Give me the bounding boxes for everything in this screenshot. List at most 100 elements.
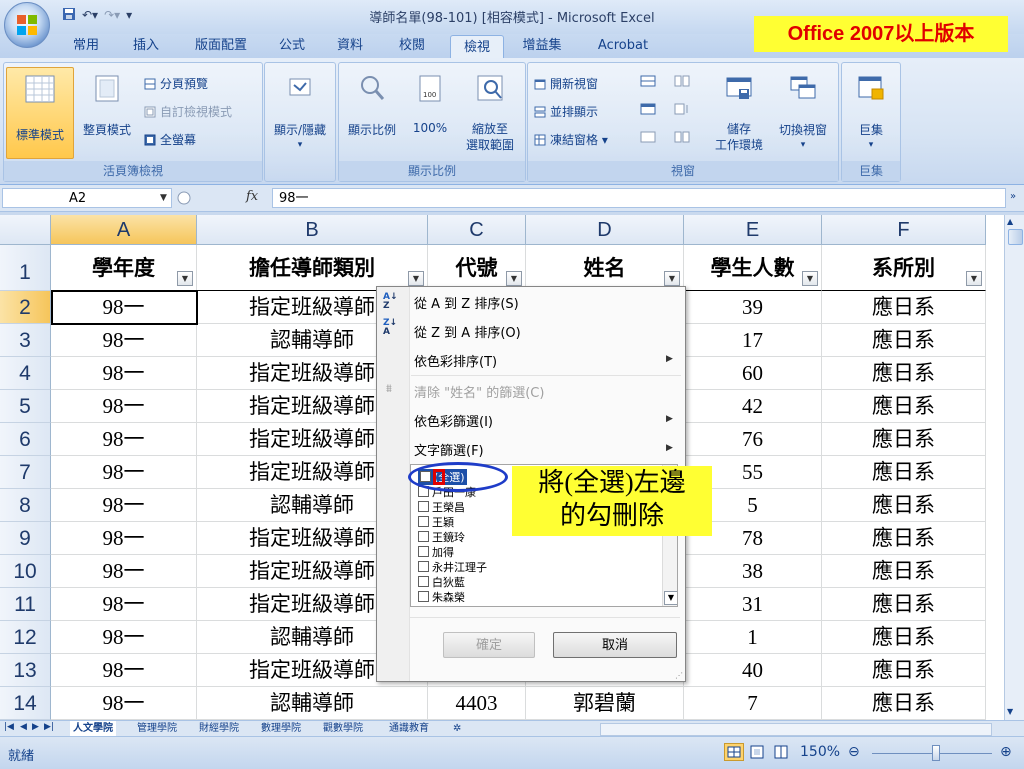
row-header[interactable]: 4 — [0, 357, 51, 390]
row-header[interactable]: 1 — [0, 245, 51, 291]
cell-f11[interactable]: 應日系 — [822, 588, 986, 621]
cell-a3[interactable]: 98一 — [51, 324, 197, 357]
cell-f3[interactable]: 應日系 — [822, 324, 986, 357]
row-header[interactable]: 9 — [0, 522, 51, 555]
header-cell[interactable]: 擔任導師類別 — [197, 245, 428, 291]
cell-a8[interactable]: 98一 — [51, 489, 197, 522]
show-hide-button[interactable]: 顯示/隱藏 ▾ — [267, 73, 333, 150]
full-screen-button[interactable]: 全螢幕 — [144, 131, 196, 148]
cell-e13[interactable]: 40 — [684, 654, 822, 687]
page-layout-view-button[interactable]: 整頁模式 — [76, 73, 138, 137]
column-header-d[interactable]: D — [526, 215, 684, 245]
cell-f7[interactable]: 應日系 — [822, 456, 986, 489]
switch-windows-button[interactable]: 切換視窗 ▾ — [772, 73, 834, 150]
custom-views-button[interactable]: 自訂檢視模式 — [144, 103, 232, 120]
fx-icon[interactable]: fx — [246, 189, 258, 204]
filter-value-item[interactable]: 朱森榮 — [418, 589, 465, 605]
row-header[interactable]: 8 — [0, 489, 51, 522]
column-header-c[interactable]: C — [428, 215, 526, 245]
row-header[interactable]: 12 — [0, 621, 51, 654]
sheet-tab-science[interactable]: 數理學院 — [258, 721, 304, 736]
cell-e14[interactable]: 7 — [684, 687, 822, 720]
select-all-corner[interactable] — [0, 215, 51, 245]
save-workspace-button[interactable]: 儲存 工作環境 — [704, 73, 774, 152]
scroll-down-icon[interactable]: ▼ — [1007, 707, 1013, 716]
sheet-tab-general-education[interactable]: 通識教育 — [386, 721, 432, 736]
row-header[interactable]: 14 — [0, 687, 51, 720]
insert-sheet-icon[interactable]: ✲ — [450, 721, 464, 736]
scroll-thumb[interactable] — [1008, 229, 1023, 245]
sheet-tab-management[interactable]: 管理學院 — [134, 721, 180, 736]
cell-a13[interactable]: 98一 — [51, 654, 197, 687]
cell-f2[interactable]: 應日系 — [822, 291, 986, 324]
next-sheet-icon[interactable]: ▶ — [32, 722, 39, 732]
filter-value-item[interactable]: 王穎 — [418, 514, 454, 530]
cell-b14[interactable]: 認輔導師 — [197, 687, 428, 720]
view-side-by-side-icon[interactable] — [674, 75, 690, 90]
arrange-all-button[interactable]: 並排顯示 — [534, 103, 598, 120]
filter-value-item[interactable]: 王榮昌 — [418, 499, 465, 515]
zoom-level[interactable]: 150% — [800, 744, 840, 760]
cell-f12[interactable]: 應日系 — [822, 621, 986, 654]
cell-a6[interactable]: 98一 — [51, 423, 197, 456]
split-icon[interactable] — [640, 75, 656, 90]
cell-c14[interactable]: 4403 — [428, 687, 526, 720]
cell-f8[interactable]: 應日系 — [822, 489, 986, 522]
ok-button[interactable]: 確定 — [443, 632, 535, 658]
row-header[interactable]: 10 — [0, 555, 51, 588]
cell-d14[interactable]: 郭碧蘭 — [526, 687, 684, 720]
unhide-window-icon[interactable] — [640, 131, 656, 146]
tab-data[interactable]: 資料 — [328, 34, 372, 58]
first-sheet-icon[interactable]: |◀ — [4, 722, 14, 732]
zoom-to-selection-button[interactable]: 縮放至 選取範圍 — [457, 73, 523, 152]
tab-view[interactable]: 檢視 — [450, 35, 504, 60]
tab-page-layout[interactable]: 版面配置 — [184, 34, 258, 58]
cell-e3[interactable]: 17 — [684, 324, 822, 357]
scroll-up-icon[interactable]: ▲ — [1007, 217, 1013, 226]
page-break-view-icon[interactable] — [772, 743, 790, 765]
tab-formulas[interactable]: 公式 — [270, 34, 314, 58]
header-cell[interactable]: 姓名 — [526, 245, 684, 291]
cell-f14[interactable]: 應日系 — [822, 687, 986, 720]
filter-dropdown-button[interactable]: ▼ — [408, 271, 424, 286]
formula-input[interactable]: 98一 — [272, 188, 1006, 208]
cell-a5[interactable]: 98一 — [51, 390, 197, 423]
normal-view-icon[interactable] — [724, 743, 744, 761]
sheet-tab-observation[interactable]: 觀數學院 — [320, 721, 366, 736]
cell-e10[interactable]: 38 — [684, 555, 822, 588]
resize-grip-icon[interactable]: ⋰ — [675, 671, 683, 680]
cell-e4[interactable]: 60 — [684, 357, 822, 390]
row-header[interactable]: 2 — [0, 291, 51, 324]
cell-a10[interactable]: 98一 — [51, 555, 197, 588]
cell-f10[interactable]: 應日系 — [822, 555, 986, 588]
sheet-tab-humanities[interactable]: 人文學院 — [70, 721, 116, 736]
page-break-preview-button[interactable]: 分頁預覽 — [144, 75, 208, 92]
cell-a14[interactable]: 98一 — [51, 687, 197, 720]
cell-a11[interactable]: 98一 — [51, 588, 197, 621]
scroll-down-icon[interactable]: ▼ — [664, 591, 677, 605]
filter-value-item[interactable]: 王鏡玲 — [418, 529, 465, 545]
cell-f6[interactable]: 應日系 — [822, 423, 986, 456]
column-header-e[interactable]: E — [684, 215, 822, 245]
text-filters-item[interactable]: 文字篩選(F) — [414, 440, 484, 459]
cell-a4[interactable]: 98一 — [51, 357, 197, 390]
macros-button[interactable]: 巨集 ▾ — [844, 73, 898, 150]
zoom-button[interactable]: 顯示比例 — [341, 73, 403, 137]
sort-z-to-a-item[interactable]: 從 Z 到 A 排序(O) — [414, 322, 521, 341]
tab-insert[interactable]: 插入 — [124, 34, 168, 58]
tab-acrobat[interactable]: Acrobat — [588, 34, 658, 58]
filter-value-item[interactable]: 永井江理子 — [418, 559, 487, 575]
sheet-tab-finance[interactable]: 財經學院 — [196, 721, 242, 736]
tab-add-ins[interactable]: 增益集 — [514, 34, 570, 58]
column-header-f[interactable]: F — [822, 215, 986, 245]
header-cell[interactable]: 系所別 — [822, 245, 986, 291]
zoom-out-icon[interactable]: ⊖ — [848, 744, 860, 760]
cell-e2[interactable]: 39 — [684, 291, 822, 324]
row-header[interactable]: 6 — [0, 423, 51, 456]
cell-f9[interactable]: 應日系 — [822, 522, 986, 555]
hide-window-icon[interactable] — [640, 103, 656, 118]
name-box-dropdown-icon[interactable]: ▼ — [160, 193, 167, 203]
filter-dropdown-button[interactable]: ▼ — [664, 271, 680, 286]
filter-dropdown-button[interactable]: ▼ — [177, 271, 193, 286]
row-header[interactable]: 13 — [0, 654, 51, 687]
